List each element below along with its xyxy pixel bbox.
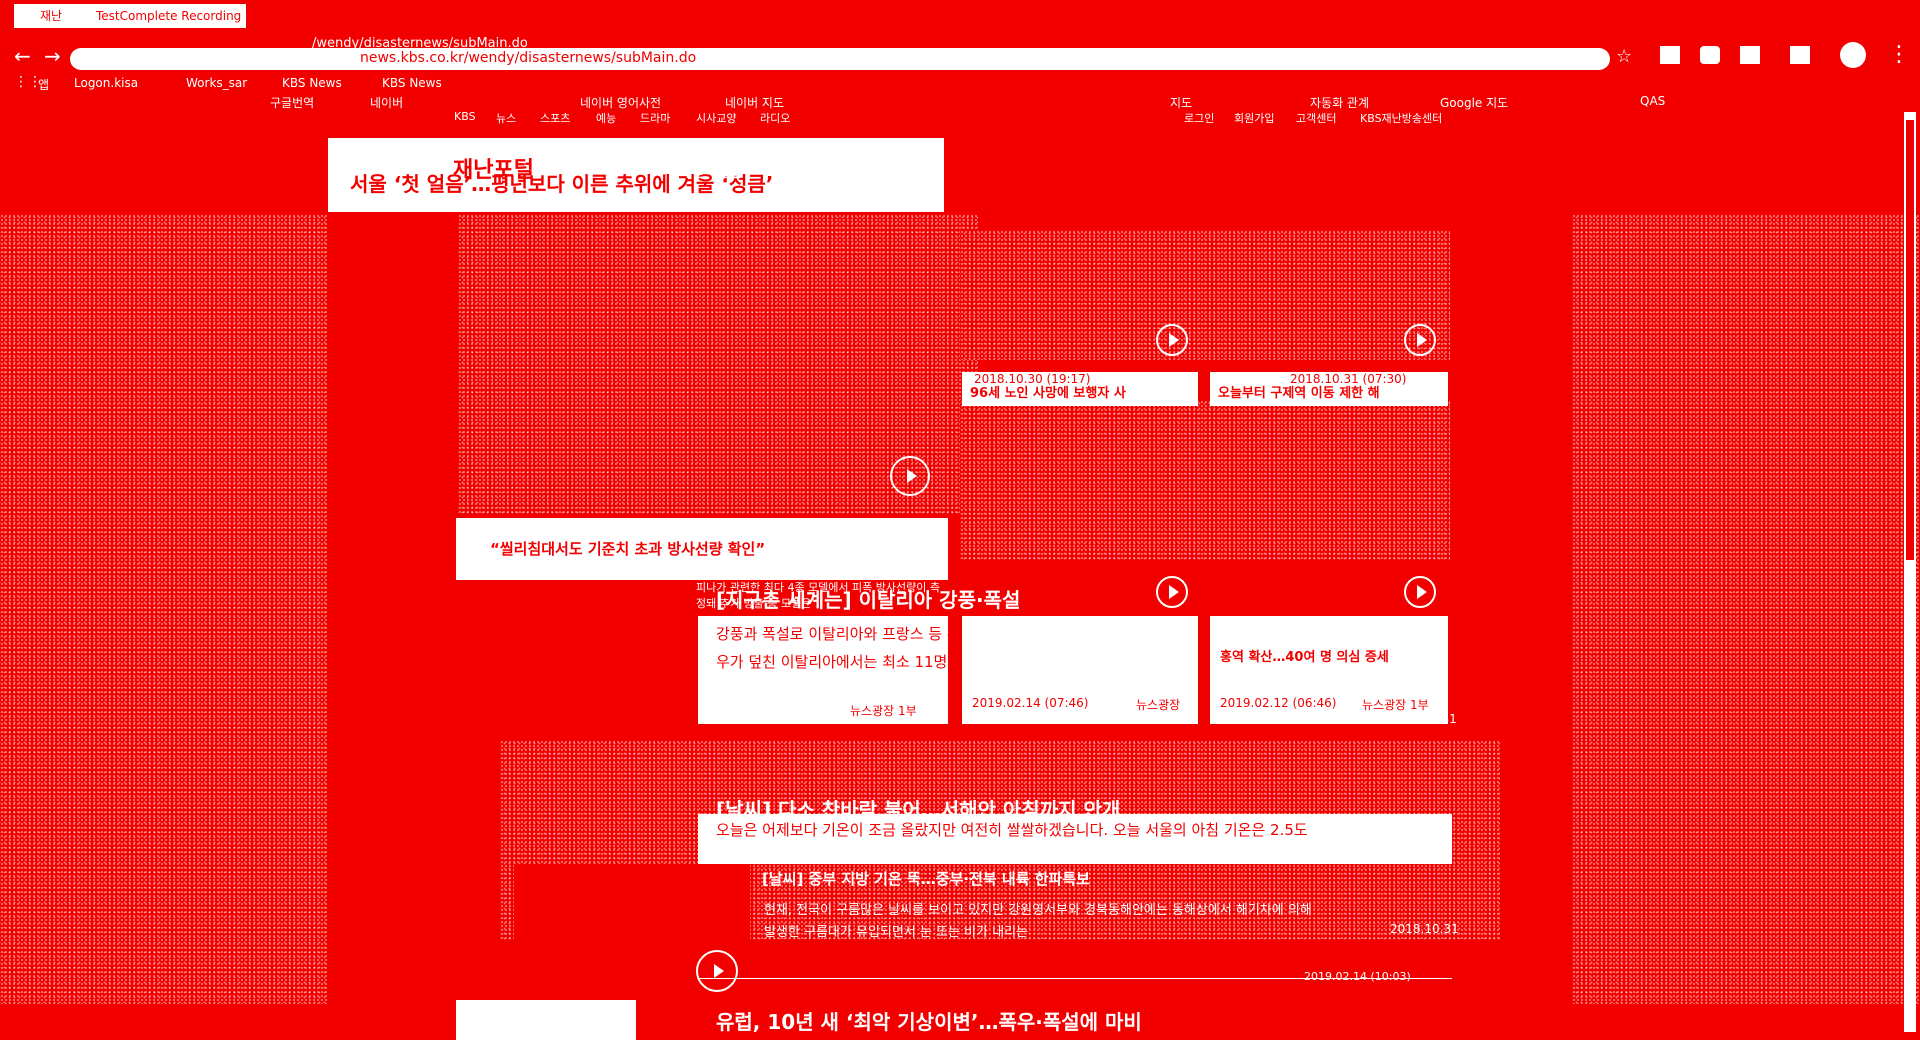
bookmarks-bar: ⋮⋮ 앱 Logon.kisa Works_sar KBS News KBS N… xyxy=(0,72,1920,94)
tab-realtime-disaster[interactable]: 실시간 재난정보 xyxy=(790,162,878,181)
bookmark-item[interactable]: KBS News xyxy=(282,76,342,90)
browser-tab-testcomplete[interactable]: TestComplete Recording xyxy=(70,4,246,28)
card-source: 뉴스광장 xyxy=(1136,698,1181,712)
extension-icon[interactable] xyxy=(1700,46,1720,64)
bookmark-item[interactable]: 네이버 지도 xyxy=(725,94,784,111)
bookmark-item[interactable]: 앱 xyxy=(38,76,49,93)
nav-link[interactable]: 고객센터 xyxy=(1296,110,1336,126)
scrollbar-thumb[interactable] xyxy=(1906,120,1914,560)
profile-avatar[interactable] xyxy=(1840,42,1866,68)
card-source: 뉴스광장 1부 xyxy=(1362,698,1429,712)
tab-disaster-life[interactable]: 재난 · 생활 xyxy=(680,162,742,181)
bookmark-item[interactable]: Google 지도 xyxy=(1440,94,1508,111)
card-title[interactable]: 오늘부터 구제역 이동 제한 해 xyxy=(1218,384,1380,404)
browser-tab-strip: 재난포털 TestComplete Recording xyxy=(0,0,1920,47)
bookmark-item[interactable]: Works_sar xyxy=(186,76,247,90)
featured-caption-box[interactable]: “씰리침대서도 기준치 초과 방사선량 확인” xyxy=(456,518,948,580)
background-panel xyxy=(1572,214,1920,1004)
nav-link[interactable]: 시사교양 xyxy=(696,110,736,126)
extension-icon[interactable] xyxy=(1740,46,1760,64)
background-panel xyxy=(0,214,328,1004)
card-title[interactable]: 홍역 확산…40여 명 의심 증세 xyxy=(1220,648,1389,668)
divider xyxy=(698,978,1452,979)
card-title[interactable]: 96세 노인 사망에 보행자 사 xyxy=(970,384,1126,404)
sub-article-body: 현재, 전국이 구름많은 날씨를 보이고 있지만 강원영서부와 경북동해안에는 … xyxy=(764,903,1312,940)
nav-link[interactable]: 뉴스 xyxy=(496,110,516,126)
europe-thumbnail[interactable] xyxy=(456,1000,636,1040)
scrollbar[interactable] xyxy=(1904,112,1916,1032)
tab-label: TestComplete Recording xyxy=(96,9,242,23)
news-card[interactable]: 2019.02.12 (06:46) 뉴스광장 1부 홍역 확산…40여 명 의… xyxy=(1210,616,1448,724)
bookmark-item[interactable]: QAS xyxy=(1640,94,1665,108)
browser-tab-disaster-portal[interactable]: 재난포털 xyxy=(14,4,72,47)
nav-link[interactable]: 스포츠 xyxy=(540,110,570,126)
nav-link[interactable]: 회원가입 xyxy=(1234,110,1274,126)
nav-link[interactable]: 라디오 xyxy=(760,110,790,126)
extension-icon[interactable] xyxy=(1660,46,1680,64)
menu-icon[interactable]: ⋮ xyxy=(1888,42,1910,67)
side-card[interactable]: 2018.10.30 (19:17) 96세 노인 사망에 보행자 사 xyxy=(962,372,1198,406)
video-thumbnail-strip[interactable] xyxy=(960,230,1450,360)
nav-link[interactable]: 드라마 xyxy=(640,110,670,126)
play-icon[interactable] xyxy=(1156,576,1188,608)
bookmark-item[interactable]: KBS News xyxy=(382,76,442,90)
nav-link[interactable]: KBS재난방송센터 xyxy=(1360,110,1442,126)
site-top-nav: KBS 뉴스 스포츠 예능 드라마 시사교양 라디오 로그인 회원가입 고객센터… xyxy=(450,110,1450,128)
nav-link[interactable]: 로그인 xyxy=(1184,110,1214,126)
weather-body: 오늘은 어제보다 기온이 조금 올랐지만 여전히 쌀쌀하겠습니다. 오늘 서울의… xyxy=(716,821,1308,839)
bookmark-item[interactable]: 자동화 관계 xyxy=(1310,94,1369,111)
sub-article-date: 2019.02.14 (10:03) xyxy=(1304,970,1411,983)
extension-icon[interactable] xyxy=(1790,46,1810,64)
star-icon[interactable]: ☆ xyxy=(1616,46,1632,67)
address-bar-text: news.kbs.co.kr/wendy/disasternews/subMai… xyxy=(360,50,697,66)
europe-title[interactable]: 유럽, 10년 새 ‘최악 기상이변’…폭우·폭설에 마비 xyxy=(716,1006,1142,1035)
featured-caption[interactable]: “씰리침대서도 기준치 초과 방사선량 확인” xyxy=(490,538,765,559)
video-thumbnail-strip[interactable] xyxy=(960,400,1450,560)
card-date: 2019.02.12 (06:46) xyxy=(1220,696,1337,710)
play-icon[interactable] xyxy=(1404,324,1436,356)
play-icon[interactable] xyxy=(1404,576,1436,608)
bookmark-item[interactable]: 구글번역 xyxy=(270,94,314,111)
bookmark-item[interactable]: 지도 xyxy=(1170,94,1192,111)
address-bar[interactable]: news.kbs.co.kr/wendy/disasternews/subMai… xyxy=(70,48,1610,70)
article-title[interactable]: [지구촌 세계는] 이탈리아 강풍·폭설 xyxy=(716,584,1020,613)
browser-toolbar: ← → /wendy/disasternews/subMain.do news.… xyxy=(0,36,1920,72)
bookmark-item[interactable]: 네이버 영어사전 xyxy=(580,94,661,111)
nav-link[interactable]: 예능 xyxy=(596,110,616,126)
sub-article-date: 2018.10.31 xyxy=(1390,922,1459,936)
play-icon[interactable] xyxy=(1156,324,1188,356)
weather-card[interactable]: 오늘은 어제보다 기온이 조금 올랐지만 여전히 쌀쌀하겠습니다. 오늘 서울의… xyxy=(698,814,1452,864)
article-source: 뉴스광장 1부 xyxy=(850,704,917,718)
nav-link[interactable]: KBS xyxy=(454,110,476,123)
play-icon[interactable] xyxy=(696,950,738,992)
side-date: 2018.10.31 xyxy=(1388,712,1457,726)
side-card[interactable]: 2018.10.31 (07:30) 오늘부터 구제역 이동 제한 해 xyxy=(1210,372,1448,406)
play-icon[interactable] xyxy=(890,456,930,496)
bookmark-item[interactable]: 네이버 xyxy=(370,94,403,111)
back-icon[interactable]: ← xyxy=(14,44,31,68)
bookmark-item[interactable]: Logon.kisa xyxy=(74,76,138,90)
forward-icon[interactable]: → xyxy=(44,44,61,68)
sub-article-title[interactable]: [날씨] 중부 지방 기온 뚝…중부·전북 내륙 한파특보 xyxy=(762,868,1090,889)
card-date: 2019.02.14 (07:46) xyxy=(972,696,1089,710)
news-card[interactable]: 2019.02.14 (07:46) 뉴스광장 xyxy=(962,616,1198,724)
